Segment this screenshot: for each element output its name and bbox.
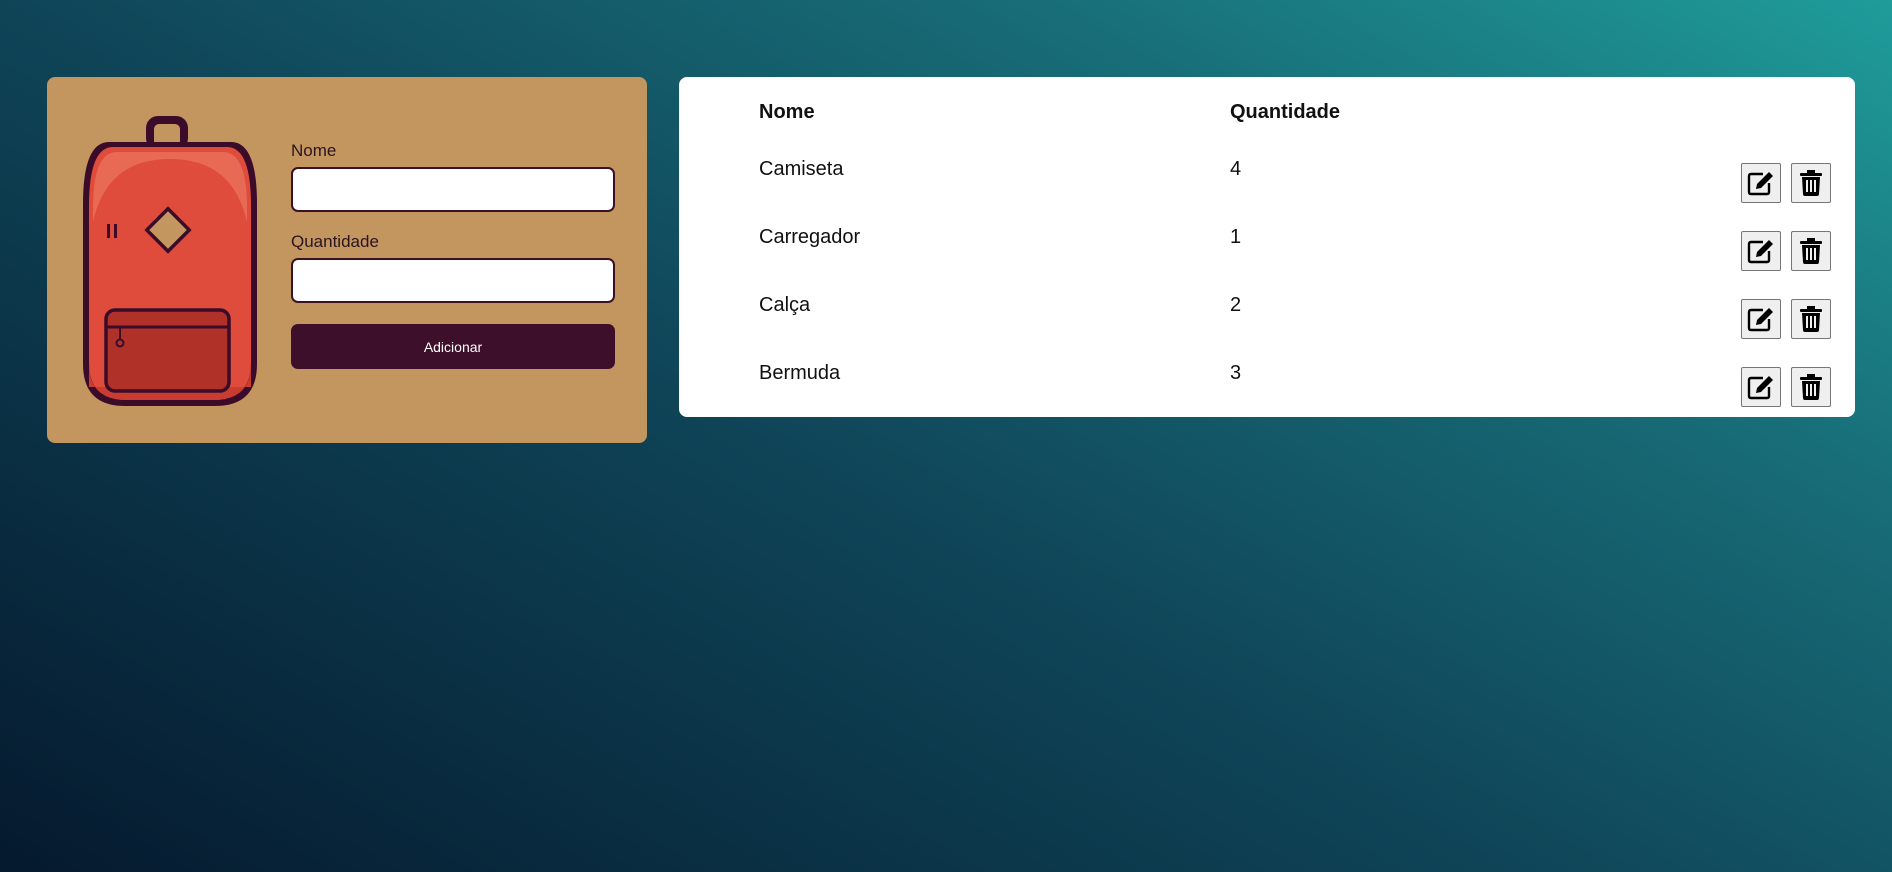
edit-button[interactable] (1741, 163, 1781, 203)
quantity-label: Quantidade (291, 232, 379, 251)
column-header-name: Nome (759, 101, 815, 123)
item-name: Bermuda (759, 362, 841, 384)
item-quantity: 4 (1230, 158, 1242, 180)
edit-button[interactable] (1741, 299, 1781, 339)
items-table: Nome Quantidade Camiseta 4 Carregador 1 (679, 77, 1855, 417)
edit-button[interactable] (1741, 231, 1781, 271)
trash-icon (1800, 238, 1822, 264)
item-quantity: 3 (1230, 362, 1242, 384)
table-row: Bermuda 3 (679, 361, 1855, 429)
delete-button[interactable] (1791, 163, 1831, 203)
edit-icon (1747, 240, 1773, 264)
trash-icon (1800, 306, 1822, 332)
edit-button[interactable] (1741, 367, 1781, 407)
table-row: Calça 2 (679, 293, 1855, 361)
edit-icon (1747, 376, 1773, 400)
table-row: Camiseta 4 (679, 157, 1855, 225)
column-header-quantity: Quantidade (1230, 101, 1341, 123)
delete-button[interactable] (1791, 299, 1831, 339)
trash-icon (1800, 374, 1822, 400)
item-name: Calça (759, 294, 811, 316)
item-name: Carregador (759, 226, 861, 248)
delete-button[interactable] (1791, 367, 1831, 407)
add-button[interactable]: Adicionar (291, 324, 615, 369)
table-row: Carregador 1 (679, 225, 1855, 293)
name-label: Nome (291, 141, 337, 160)
item-quantity: 1 (1230, 226, 1242, 248)
add-item-form: Nome Quantidade Adicionar (291, 141, 615, 369)
edit-icon (1747, 308, 1773, 332)
quantity-input[interactable] (291, 258, 615, 303)
backpack-icon (83, 116, 257, 406)
delete-button[interactable] (1791, 231, 1831, 271)
trash-icon (1800, 170, 1822, 196)
add-item-panel: Nome Quantidade Adicionar (47, 77, 647, 443)
item-name: Camiseta (759, 158, 844, 180)
name-input[interactable] (291, 167, 615, 212)
item-quantity: 2 (1230, 294, 1242, 316)
edit-icon (1747, 172, 1773, 196)
